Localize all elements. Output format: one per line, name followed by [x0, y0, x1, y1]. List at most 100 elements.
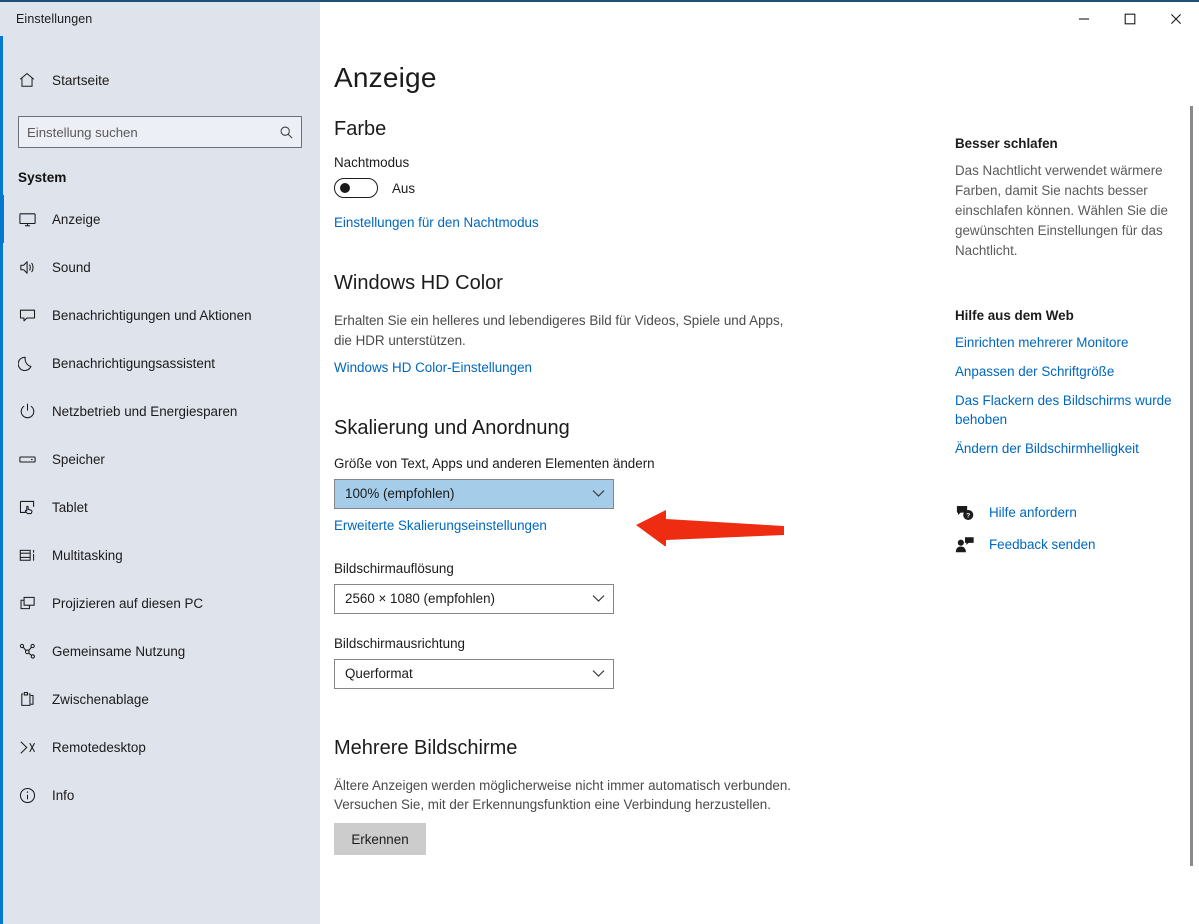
app-title: Einstellungen: [16, 12, 92, 26]
clipboard-icon: [18, 690, 48, 709]
help-panel: Besser schlafen Das Nachtlicht verwendet…: [937, 36, 1199, 924]
sidebar-item-sound[interactable]: Sound: [0, 243, 320, 291]
sidebar-item-anzeige-label: Anzeige: [48, 212, 100, 227]
storage-icon: [18, 450, 48, 469]
help-sleep-heading: Besser schlafen: [955, 136, 1183, 151]
sidebar-item-shared-experiences[interactable]: Gemeinsame Nutzung: [0, 627, 320, 675]
sidebar-item-project-label: Projizieren auf diesen PC: [48, 596, 203, 611]
night-mode-toggle[interactable]: [334, 178, 378, 198]
help-sleep-body: Das Nachtlicht verwendet wärmere Farben,…: [955, 161, 1183, 262]
chevron-down-icon: [592, 489, 605, 498]
advanced-scaling-link[interactable]: Erweiterte Skalierungseinstellungen: [334, 518, 547, 533]
window-controls: [1061, 2, 1199, 36]
send-feedback-row[interactable]: Feedback senden: [955, 536, 1183, 554]
content-area: Anzeige Farbe Nachtmodus Aus Einstellung…: [320, 36, 1199, 924]
tablet-icon: [18, 498, 48, 517]
title-bar: Einstellungen: [0, 2, 1199, 36]
help-link-multi-monitor[interactable]: Einrichten mehrerer Monitore: [955, 333, 1183, 352]
help-link-font-size[interactable]: Anpassen der Schriftgröße: [955, 362, 1183, 381]
sidebar-item-notifications-label: Benachrichtigungen und Aktionen: [48, 308, 252, 323]
search-icon[interactable]: [271, 125, 301, 140]
sidebar-item-project[interactable]: Projizieren auf diesen PC: [0, 579, 320, 627]
sidebar-item-clipboard[interactable]: Zwischenablage: [0, 675, 320, 723]
sidebar-item-focus-assist[interactable]: Benachrichtigungsassistent: [0, 339, 320, 387]
sidebar-item-remote-desktop[interactable]: Remotedesktop: [0, 723, 320, 771]
chevron-down-icon: [592, 669, 605, 678]
title-bar-drag-region[interactable]: [320, 2, 1061, 36]
maximize-button[interactable]: [1107, 2, 1153, 36]
help-link-brightness[interactable]: Ändern der Bildschirmhelligkeit: [955, 439, 1183, 458]
section-heading-multi-display: Mehrere Bildschirme: [334, 737, 804, 760]
scrollbar-thumb[interactable]: [1190, 106, 1193, 866]
help-link-screen-flicker[interactable]: Das Flackern des Bildschirms wurde behob…: [955, 391, 1183, 429]
moon-icon: [18, 354, 48, 373]
sidebar-item-remote-desktop-label: Remotedesktop: [48, 740, 146, 755]
search-box[interactable]: [18, 116, 302, 148]
maximize-icon: [1124, 13, 1136, 25]
scale-combobox[interactable]: 100% (empfohlen): [334, 479, 614, 509]
help-web-links: Einrichten mehrerer Monitore Anpassen de…: [955, 333, 1183, 458]
toggle-knob: [340, 183, 350, 193]
main-column: Anzeige Farbe Nachtmodus Aus Einstellung…: [320, 36, 937, 924]
detect-button[interactable]: Erkennen: [334, 823, 426, 855]
window-body: Startseite System Anzeige: [0, 36, 1199, 924]
sidebar-item-home[interactable]: Startseite: [0, 54, 320, 106]
sidebar-group-title: System: [0, 148, 320, 195]
close-icon: [1170, 13, 1182, 25]
night-mode-state: Aus: [392, 181, 415, 196]
scale-combobox-value: 100% (empfohlen): [345, 486, 454, 501]
power-icon: [18, 402, 48, 421]
sidebar-item-shared-experiences-label: Gemeinsame Nutzung: [48, 644, 185, 659]
sidebar-item-about[interactable]: Info: [0, 771, 320, 819]
sidebar-item-focus-assist-label: Benachrichtigungsassistent: [48, 356, 215, 371]
page-title: Anzeige: [334, 62, 804, 94]
sidebar-item-power[interactable]: Netzbetrieb und Energiesparen: [0, 387, 320, 435]
resolution-label: Bildschirmauflösung: [334, 561, 804, 576]
sidebar-item-multitasking[interactable]: Multitasking: [0, 531, 320, 579]
help-bubble-icon: ?: [955, 504, 989, 522]
section-heading-hd-color: Windows HD Color: [334, 272, 804, 295]
sidebar-item-clipboard-label: Zwischenablage: [48, 692, 149, 707]
hd-color-settings-link[interactable]: Windows HD Color-Einstellungen: [334, 360, 532, 375]
sidebar-item-about-label: Info: [48, 788, 74, 803]
share-icon: [18, 642, 48, 661]
scale-label: Größe von Text, Apps und anderen Element…: [334, 456, 804, 471]
svg-text:?: ?: [966, 512, 970, 519]
get-help-link[interactable]: Hilfe anfordern: [989, 506, 1077, 519]
section-heading-scaling: Skalierung und Anordnung: [334, 417, 804, 440]
get-help-row[interactable]: ? Hilfe anfordern: [955, 504, 1183, 522]
home-icon: [18, 71, 48, 89]
feedback-person-icon: [955, 536, 989, 554]
hd-color-description: Erhalten Sie ein helleres und lebendiger…: [334, 311, 796, 351]
speaker-icon: [18, 258, 48, 277]
resolution-combobox-value: 2560 × 1080 (empfohlen): [345, 591, 495, 606]
multitasking-icon: [18, 546, 48, 565]
multi-display-description: Ältere Anzeigen werden möglicherweise ni…: [334, 776, 796, 816]
monitor-icon: [18, 210, 48, 229]
sidebar-item-multitasking-label: Multitasking: [48, 548, 123, 563]
settings-window: Einstellungen: [0, 0, 1199, 924]
night-mode-settings-link[interactable]: Einstellungen für den Nachtmodus: [334, 215, 539, 230]
orientation-combobox-value: Querformat: [345, 666, 413, 681]
notification-icon: [18, 306, 48, 325]
send-feedback-link[interactable]: Feedback senden: [989, 538, 1095, 551]
sidebar-item-notifications[interactable]: Benachrichtigungen und Aktionen: [0, 291, 320, 339]
sidebar: Startseite System Anzeige: [0, 36, 320, 924]
content-scrollbar[interactable]: [1190, 36, 1193, 924]
resolution-combobox[interactable]: 2560 × 1080 (empfohlen): [334, 584, 614, 614]
sidebar-item-storage-label: Speicher: [48, 452, 105, 467]
sidebar-item-power-label: Netzbetrieb und Energiesparen: [48, 404, 237, 419]
search-input[interactable]: [19, 117, 271, 147]
close-button[interactable]: [1153, 2, 1199, 36]
sidebar-item-home-label: Startseite: [48, 73, 109, 88]
help-web-heading: Hilfe aus dem Web: [955, 308, 1183, 323]
sidebar-item-storage[interactable]: Speicher: [0, 435, 320, 483]
sidebar-item-anzeige[interactable]: Anzeige: [0, 195, 320, 243]
orientation-combobox[interactable]: Querformat: [334, 659, 614, 689]
help-actions: ? Hilfe anfordern F: [955, 504, 1183, 554]
sidebar-item-tablet[interactable]: Tablet: [0, 483, 320, 531]
chevron-down-icon: [592, 594, 605, 603]
minimize-button[interactable]: [1061, 2, 1107, 36]
info-icon: [18, 786, 48, 805]
remote-desktop-icon: [18, 738, 48, 757]
